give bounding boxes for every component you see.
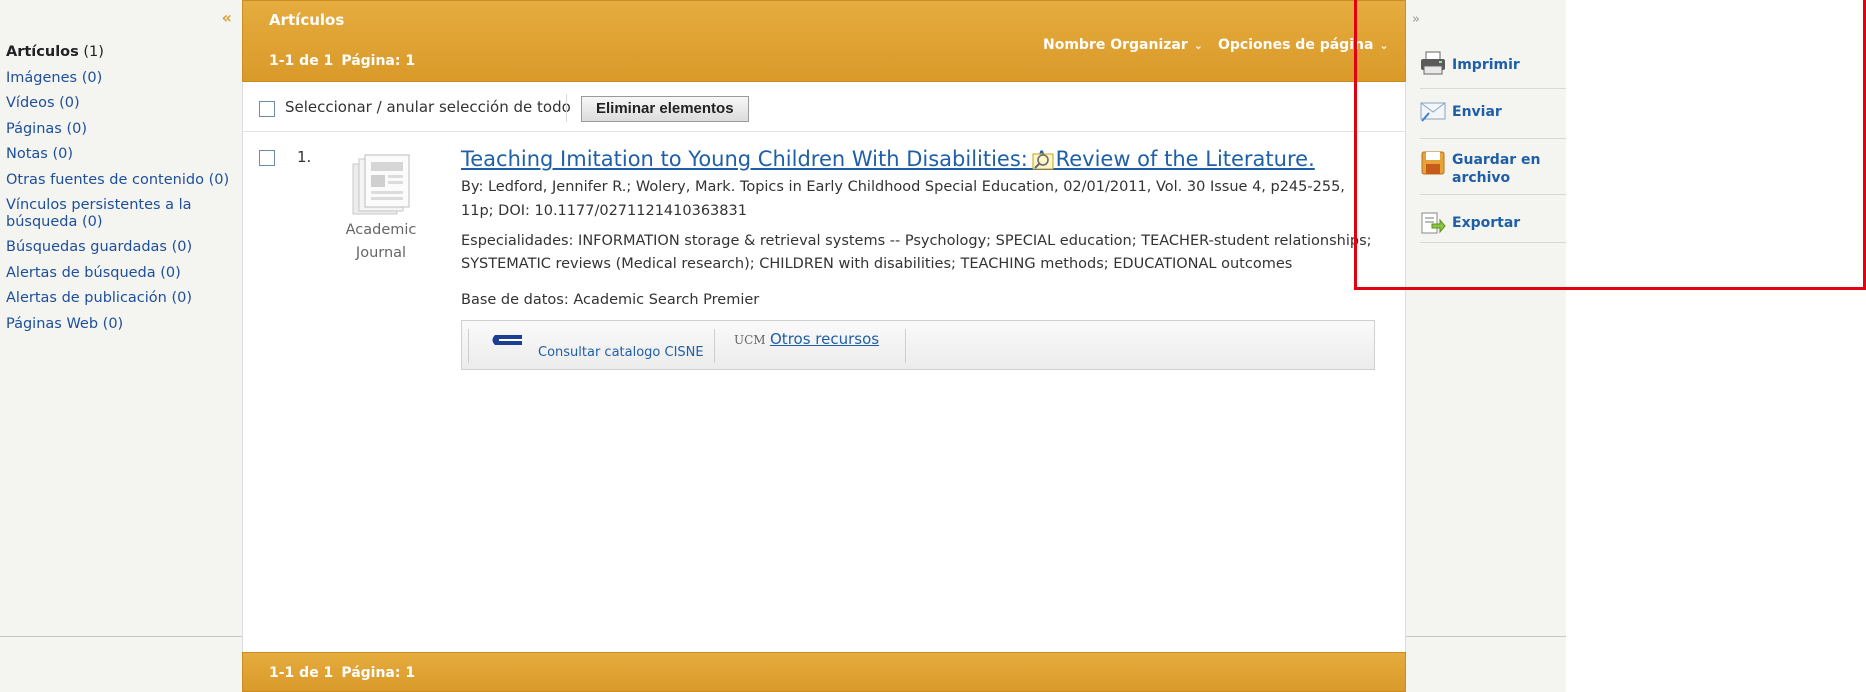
folder-item-videos[interactable]: Vídeos (0) bbox=[6, 91, 229, 117]
divider bbox=[905, 329, 906, 363]
select-all-checkbox[interactable] bbox=[259, 101, 275, 117]
folder-item-imagenes[interactable]: Imágenes (0) bbox=[6, 66, 229, 92]
divider bbox=[714, 329, 715, 363]
database-name: Base de datos: Academic Search Premier bbox=[461, 292, 760, 308]
result-title-link[interactable]: Teaching Imitation to Young Children Wit… bbox=[461, 147, 1315, 171]
folder-item-busquedas-guardadas[interactable]: Búsquedas guardadas (0) bbox=[6, 235, 229, 261]
other-resources-link[interactable]: Otros recursos bbox=[770, 330, 879, 348]
folder-item-articulos[interactable]: Artículos (1) bbox=[6, 40, 229, 66]
publication-type: Academic bbox=[345, 222, 417, 238]
paging-info: 1-1 de 1 Página: 1 bbox=[269, 665, 416, 681]
selection-toolbar: Seleccionar / anular selección de todo E… bbox=[242, 82, 1406, 132]
citation-details: By: Ledford, Jennifer R.; Wolery, Mark. … bbox=[461, 179, 1345, 195]
ucm-logo-icon: UCM bbox=[734, 333, 766, 347]
folder-item-vinculos-persistentes[interactable]: Vínculos persistentes a la búsqueda (0) bbox=[6, 193, 229, 235]
chevron-down-icon: ⌄ bbox=[1193, 39, 1203, 52]
subject-terms: Especialidades: INFORMATION storage & re… bbox=[461, 233, 1372, 249]
folder-sidebar: « Artículos (1) Imágenes (0) Vídeos (0) … bbox=[0, 0, 242, 692]
results-panel: Artículos 1-1 de 1 Página: 1 Nombre Organ… bbox=[242, 0, 1406, 692]
divider bbox=[566, 94, 567, 122]
folder-list: Artículos (1) Imágenes (0) Vídeos (0) Pá… bbox=[6, 40, 229, 337]
highlight-annotation-box bbox=[1354, 0, 1866, 290]
subject-terms: SYSTEMATIC reviews (Medical research); C… bbox=[461, 256, 1293, 272]
journal-icon bbox=[352, 154, 410, 215]
collapse-sidebar-button[interactable]: « bbox=[222, 8, 232, 27]
delete-items-button[interactable]: Eliminar elementos bbox=[581, 96, 749, 122]
folder-item-paginas[interactable]: Páginas (0) bbox=[6, 117, 229, 143]
results-header: Artículos 1-1 de 1 Página: 1 Nombre Organ… bbox=[242, 0, 1406, 82]
results-list: 1. Academic Journal Teaching Imitation t… bbox=[242, 132, 1406, 652]
magnifier-preview-icon[interactable] bbox=[1032, 151, 1054, 171]
sort-dropdown[interactable]: Nombre Organizar ⌄ bbox=[1043, 37, 1203, 53]
folder-item-alertas-busqueda[interactable]: Alertas de búsqueda (0) bbox=[6, 261, 229, 287]
result-checkbox[interactable] bbox=[259, 150, 275, 166]
folder-item-otras-fuentes[interactable]: Otras fuentes de contenido (0) bbox=[6, 168, 229, 194]
paging-info: 1-1 de 1 Página: 1 bbox=[269, 53, 416, 69]
folder-item-paginas-web[interactable]: Páginas Web (0) bbox=[6, 312, 229, 338]
catalog-link-icon bbox=[492, 335, 522, 345]
divider bbox=[1406, 636, 1566, 637]
divider bbox=[0, 636, 242, 637]
publication-type: Journal bbox=[355, 245, 407, 261]
cisne-catalog-link[interactable]: Consultar catalogo CISNE bbox=[538, 345, 704, 360]
full-text-links-bar: Consultar catalogo CISNE UCM Otros recur… bbox=[461, 320, 1375, 370]
folder-item-alertas-publicacion[interactable]: Alertas de publicación (0) bbox=[6, 286, 229, 312]
select-all-label[interactable]: Seleccionar / anular selección de todo bbox=[285, 98, 571, 116]
panel-title: Artículos bbox=[269, 11, 345, 29]
results-footer: 1-1 de 1 Página: 1 bbox=[242, 652, 1406, 692]
citation-details: 11p; DOI: 10.1177/0271121410363831 bbox=[461, 203, 747, 219]
folder-item-notas[interactable]: Notas (0) bbox=[6, 142, 229, 168]
divider bbox=[468, 329, 469, 363]
result-number: 1. bbox=[297, 148, 312, 166]
